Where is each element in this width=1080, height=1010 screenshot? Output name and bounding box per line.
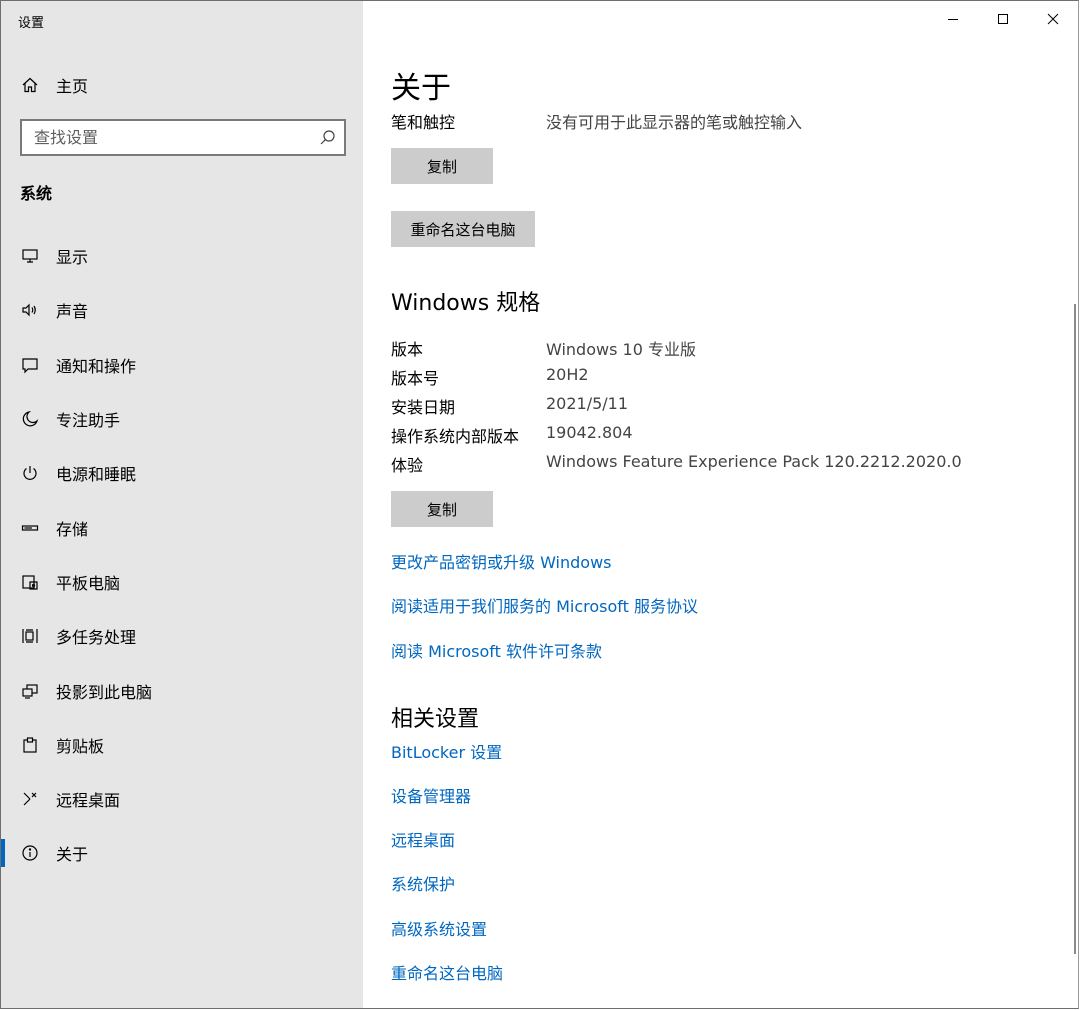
sidebar-nav: 显示 声音 通知和操作 专注助手 电源和睡眠 存储 平板电脑 多任务处理 投影到… xyxy=(1,229,363,881)
sidebar-item-label: 通知和操作 xyxy=(56,356,137,376)
spec-value: 19042.804 xyxy=(546,423,633,442)
sidebar-item-storage[interactable]: 存储 xyxy=(1,500,363,554)
app-title: 设置 xyxy=(18,16,45,31)
sidebar-item-label: 剪贴板 xyxy=(56,736,105,756)
minimize-icon xyxy=(948,19,958,20)
change-product-key-link[interactable]: 更改产品密钥或升级 Windows xyxy=(391,549,612,573)
clipboard-icon xyxy=(21,736,39,754)
sidebar-item-label: 声音 xyxy=(56,302,89,322)
close-icon xyxy=(1047,13,1059,25)
sidebar-item-tablet[interactable]: 平板电脑 xyxy=(1,555,363,609)
rename-pc-button[interactable]: 重命名这台电脑 xyxy=(391,211,535,247)
pen-touch-value: 没有可用于此显示器的笔或触控输入 xyxy=(546,113,803,132)
spec-key: 体验 xyxy=(391,456,424,475)
sidebar-item-clipboard[interactable]: 剪贴板 xyxy=(1,718,363,772)
moon-icon xyxy=(21,410,39,428)
services-agreement-link[interactable]: 阅读适用于我们服务的 Microsoft 服务协议 xyxy=(391,593,698,617)
advanced-system-settings-link[interactable]: 高级系统设置 xyxy=(391,916,487,940)
device-manager-link[interactable]: 设备管理器 xyxy=(391,783,471,807)
spec-value: 2021/5/11 xyxy=(546,394,629,413)
spec-value: Windows Feature Experience Pack 120.2212… xyxy=(546,452,962,471)
page-title: 关于 xyxy=(391,71,451,106)
sidebar: 设置 主页 系统 显示 xyxy=(1,1,363,1008)
rename-pc-link[interactable]: 重命名这台电脑 xyxy=(391,960,503,984)
sidebar-item-label: 投影到此电脑 xyxy=(56,682,153,702)
monitor-icon xyxy=(21,247,39,265)
sidebar-item-label: 存储 xyxy=(56,519,89,539)
project-icon xyxy=(21,682,39,700)
sidebar-item-power-sleep[interactable]: 电源和睡眠 xyxy=(1,446,363,500)
pen-touch-key: 笔和触控 xyxy=(391,113,456,132)
speaker-icon xyxy=(21,301,39,319)
bitlocker-settings-link[interactable]: BitLocker 设置 xyxy=(391,739,502,763)
sidebar-item-remote-desktop[interactable]: 远程桌面 xyxy=(1,772,363,826)
sidebar-item-label: 电源和睡眠 xyxy=(56,465,137,485)
sidebar-item-label: 显示 xyxy=(56,248,89,268)
search-box[interactable] xyxy=(20,119,346,156)
sidebar-item-display[interactable]: 显示 xyxy=(1,229,363,283)
remote-desktop-icon xyxy=(21,790,39,808)
sidebar-item-label: 多任务处理 xyxy=(56,628,137,648)
sidebar-item-focus-assist[interactable]: 专注助手 xyxy=(1,392,363,446)
storage-icon xyxy=(21,519,39,537)
sidebar-item-about[interactable]: 关于 xyxy=(1,826,363,880)
license-terms-link[interactable]: 阅读 Microsoft 软件许可条款 xyxy=(391,638,602,662)
system-protection-link[interactable]: 系统保护 xyxy=(391,871,455,895)
spec-value: 20H2 xyxy=(546,365,589,384)
maximize-button[interactable] xyxy=(978,1,1028,37)
maximize-icon xyxy=(998,14,1008,24)
search-icon[interactable] xyxy=(319,129,336,146)
copy-device-specs-button[interactable]: 复制 xyxy=(391,148,493,184)
sidebar-item-sound[interactable]: 声音 xyxy=(1,283,363,337)
spec-key: 安装日期 xyxy=(391,398,456,417)
windows-spec-title: Windows 规格 xyxy=(391,291,541,316)
related-settings-title: 相关设置 xyxy=(391,707,480,732)
multitask-icon xyxy=(21,627,39,645)
sidebar-item-label: 专注助手 xyxy=(56,411,121,431)
sidebar-item-project[interactable]: 投影到此电脑 xyxy=(1,663,363,717)
sidebar-item-label: 远程桌面 xyxy=(56,791,121,811)
close-button[interactable] xyxy=(1028,1,1078,37)
copy-windows-specs-button[interactable]: 复制 xyxy=(391,491,493,527)
sidebar-item-label: 平板电脑 xyxy=(56,573,121,593)
sidebar-item-notifications[interactable]: 通知和操作 xyxy=(1,338,363,392)
spec-value: Windows 10 专业版 xyxy=(546,340,696,359)
window-controls xyxy=(928,1,1078,37)
sidebar-item-label: 关于 xyxy=(56,845,89,865)
section-label: 系统 xyxy=(20,184,53,203)
tablet-icon xyxy=(21,573,39,591)
info-icon xyxy=(21,844,39,862)
spec-key: 操作系统内部版本 xyxy=(391,427,520,446)
search-input[interactable] xyxy=(22,121,302,154)
spec-key: 版本号 xyxy=(391,369,440,388)
home-icon xyxy=(21,76,39,94)
sidebar-item-multitasking[interactable]: 多任务处理 xyxy=(1,609,363,663)
notification-icon xyxy=(21,356,39,374)
remote-desktop-link[interactable]: 远程桌面 xyxy=(391,827,455,851)
sidebar-home[interactable]: 主页 xyxy=(1,67,363,103)
scrollbar[interactable] xyxy=(1074,304,1076,954)
main-content: 关于 笔和触控 没有可用于此显示器的笔或触控输入 复制 重命名这台电脑 Wind… xyxy=(363,1,1078,1008)
spec-key: 版本 xyxy=(391,340,424,359)
power-icon xyxy=(21,464,39,482)
minimize-button[interactable] xyxy=(928,1,978,37)
sidebar-home-label: 主页 xyxy=(56,77,89,96)
settings-window: 设置 主页 系统 显示 xyxy=(0,0,1079,1009)
